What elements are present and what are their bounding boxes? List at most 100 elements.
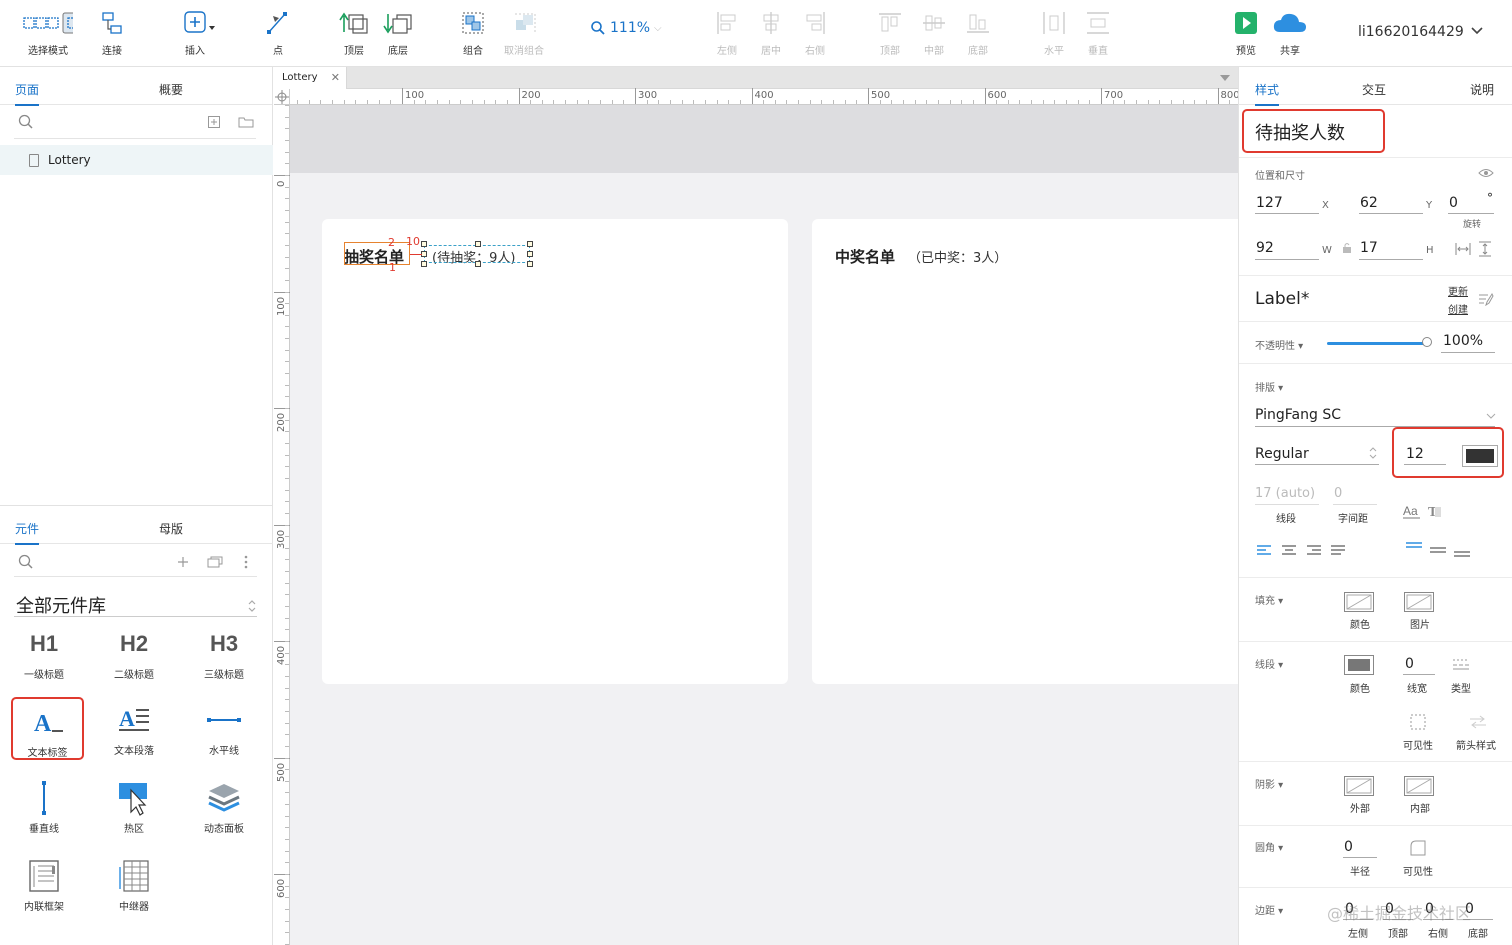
border-type-icon[interactable] <box>1452 658 1470 670</box>
tab-outline[interactable]: 概要 <box>159 81 183 98</box>
border-visibility-icon[interactable] <box>1410 714 1426 730</box>
eye-icon[interactable] <box>1478 168 1494 178</box>
ruler-corner[interactable] <box>274 89 290 105</box>
fit-width-icon[interactable] <box>1455 242 1471 256</box>
align-text-justify-icon[interactable] <box>1330 544 1346 556</box>
align-text-center-icon[interactable] <box>1281 544 1297 556</box>
tab-pages[interactable]: 页面 <box>15 81 40 106</box>
border-width-field[interactable]: 0 <box>1405 656 1414 672</box>
resize-handle[interactable] <box>475 261 481 267</box>
user-chevron-down-icon[interactable] <box>1471 26 1483 36</box>
opacity-slider-track[interactable] <box>1327 342 1427 345</box>
fill-color-picker[interactable] <box>1344 592 1374 612</box>
tab-style[interactable]: 样式 <box>1255 81 1280 106</box>
widget-text-label[interactable]: A 文本标签 <box>11 697 84 760</box>
resize-handle[interactable] <box>527 261 533 267</box>
resize-handle[interactable] <box>475 241 481 247</box>
winner-count-label[interactable]: （已中奖：3人） <box>908 247 1007 266</box>
widget-repeater[interactable]: 中继器 <box>94 858 174 913</box>
valign-middle-icon[interactable] <box>1429 546 1447 556</box>
connect-button[interactable]: 连接 <box>80 10 144 57</box>
winner-list-title[interactable]: 中奖名单 <box>835 246 895 267</box>
select-mode-button[interactable]: 选择模式 <box>16 10 80 57</box>
corner-visibility-icon[interactable] <box>1410 840 1426 856</box>
insert-button[interactable]: 插入 <box>163 10 227 57</box>
widget-inline-frame[interactable]: 内联框架 <box>4 858 84 913</box>
tab-masters[interactable]: 母版 <box>159 520 183 537</box>
align-text-left-icon[interactable] <box>1256 544 1272 556</box>
add-library-icon[interactable] <box>177 556 189 568</box>
library-windows-icon[interactable] <box>207 556 223 568</box>
widget-h3[interactable]: H3 三级标题 <box>184 626 264 681</box>
inner-shadow-picker[interactable] <box>1404 776 1434 796</box>
zoom-control[interactable]: 111% ⌵ <box>590 20 662 36</box>
page-item-lottery[interactable]: Lottery <box>0 145 273 175</box>
font-family-select[interactable]: PingFang SC <box>1255 407 1341 423</box>
card-winner-list[interactable]: 中奖名单 （已中奖：3人） <box>812 219 1238 684</box>
close-tab-icon[interactable]: ✕ <box>331 71 340 84</box>
align-right-button[interactable]: 右侧 <box>783 10 847 57</box>
document-tab-lottery[interactable]: Lottery ✕ <box>274 67 347 89</box>
library-select[interactable]: 全部元件库 <box>16 592 106 618</box>
rotation-field[interactable]: 0 <box>1449 195 1458 211</box>
opacity-field[interactable]: 100% <box>1443 333 1483 349</box>
share-button[interactable]: 共享 <box>1258 10 1322 57</box>
tab-notes[interactable]: 说明 <box>1470 81 1494 98</box>
more-options-icon[interactable] <box>243 555 249 569</box>
distribute-vertical-button[interactable]: 垂直 <box>1066 10 1130 57</box>
align-bottom-button[interactable]: 底部 <box>946 10 1010 57</box>
outer-shadow-picker[interactable] <box>1344 776 1374 796</box>
arrow-style-icon[interactable] <box>1469 714 1487 730</box>
widget-hotspot[interactable]: 热区 <box>94 780 174 835</box>
font-family-chevron-icon[interactable] <box>1486 413 1496 420</box>
widget-name-field[interactable]: 待抽奖人数 <box>1255 119 1345 145</box>
add-folder-icon[interactable] <box>238 116 254 128</box>
font-color-picker[interactable] <box>1462 445 1498 467</box>
letter-spacing-field[interactable]: 0 <box>1334 486 1342 501</box>
fit-height-icon[interactable] <box>1478 241 1492 257</box>
font-size-field[interactable]: 12 <box>1406 446 1424 462</box>
opacity-slider-thumb[interactable] <box>1422 337 1432 347</box>
height-field[interactable]: 17 <box>1360 240 1378 256</box>
tabs-dropdown-icon[interactable] <box>1220 75 1230 82</box>
tab-widgets[interactable]: 元件 <box>15 520 40 545</box>
font-weight-select[interactable]: Regular <box>1255 446 1309 462</box>
widget-dynamic-panel[interactable]: 动态面板 <box>184 780 264 835</box>
align-text-right-icon[interactable] <box>1306 544 1322 556</box>
width-field[interactable]: 92 <box>1256 240 1274 256</box>
send-to-bottom-button[interactable]: 底层 <box>366 10 430 57</box>
fill-image-picker[interactable] <box>1404 592 1434 612</box>
widget-h1[interactable]: H1 一级标题 <box>4 626 84 681</box>
lock-icon[interactable] <box>1342 242 1352 254</box>
valign-top-icon[interactable] <box>1405 541 1423 553</box>
corner-radius-field[interactable]: 0 <box>1344 839 1353 855</box>
search-icon[interactable] <box>18 114 34 130</box>
update-style-link[interactable]: 更新 <box>1448 283 1468 298</box>
create-style-link[interactable]: 创建 <box>1448 301 1468 316</box>
font-weight-chevron-icon[interactable] <box>1368 446 1378 460</box>
canvas-area[interactable]: Lottery ✕ 100 200 300 400 500 600 700 800 0 100 2… <box>274 67 1238 945</box>
card-lottery-list[interactable]: 抽奖名单 (待抽奖：9人) 10 2 1 <box>322 219 788 684</box>
point-button[interactable]: 点 <box>246 10 310 57</box>
resize-handle[interactable] <box>421 241 427 247</box>
x-field[interactable]: 127 <box>1256 195 1283 211</box>
y-field[interactable]: 62 <box>1360 195 1378 211</box>
username[interactable]: li16620164429 <box>1358 24 1464 40</box>
resize-handle[interactable] <box>421 261 427 267</box>
style-name-field[interactable]: Label* <box>1255 289 1309 309</box>
text-case-icon[interactable]: Aa <box>1402 503 1422 519</box>
resize-handle[interactable] <box>527 251 533 257</box>
border-color-picker[interactable] <box>1344 655 1374 675</box>
text-style-icon[interactable]: T <box>1427 503 1443 519</box>
resize-handle[interactable] <box>527 241 533 247</box>
tab-interaction[interactable]: 交互 <box>1362 81 1386 98</box>
line-height-field[interactable]: 17 (auto) <box>1255 486 1315 501</box>
widget-h2[interactable]: H2 二级标题 <box>94 626 174 681</box>
add-page-icon[interactable] <box>208 116 220 128</box>
widget-search-icon[interactable] <box>18 554 34 570</box>
widget-paragraph[interactable]: A 文本段落 <box>94 702 174 757</box>
widget-vertical-line[interactable]: 垂直线 <box>4 780 84 835</box>
library-select-chevron-icon[interactable] <box>247 599 257 613</box>
ungroup-button[interactable]: 取消组合 <box>492 10 556 57</box>
widget-horizontal-line[interactable]: 水平线 <box>184 702 264 757</box>
